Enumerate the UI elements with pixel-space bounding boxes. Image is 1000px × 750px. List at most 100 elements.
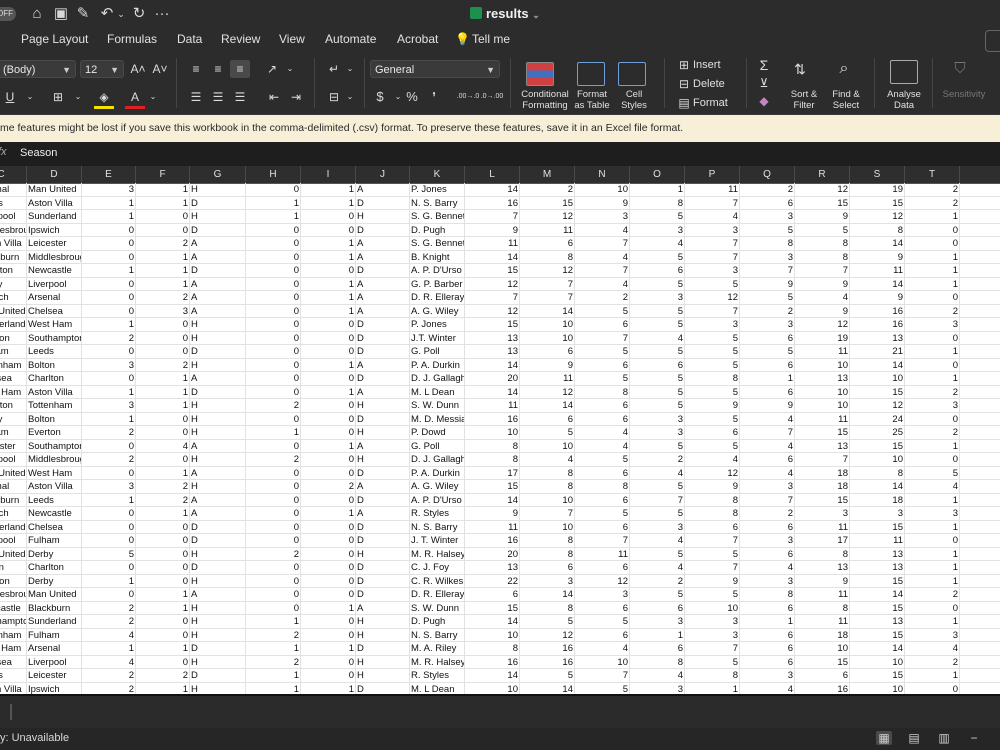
cell-q[interactable]: 2 [740,304,795,318]
cell-m[interactable]: 8 [520,601,575,615]
cell-c[interactable]: Liverpool [0,210,27,224]
cell-s[interactable]: 14 [850,237,905,251]
cell-n[interactable]: 6 [575,358,630,372]
column-header-t[interactable]: T [905,166,960,183]
cell-n[interactable]: 7 [575,237,630,251]
cell-m[interactable]: 14 [520,588,575,602]
cell-e[interactable]: 3 [82,358,136,372]
cell-p[interactable]: 9 [685,480,740,494]
cell-j[interactable]: H [356,453,410,467]
cell-o[interactable]: 4 [630,561,685,575]
cell-s[interactable]: 13 [850,615,905,629]
cell-l[interactable]: 13 [465,561,520,575]
shrink-font-button[interactable]: A˅ [150,60,170,78]
cell-c[interactable]: Arsenal [0,183,27,197]
cell-d[interactable]: Ipswich [27,682,82,694]
cell-o[interactable]: 6 [630,358,685,372]
cell-q[interactable]: 3 [740,318,795,332]
cell-r[interactable]: 7 [795,264,850,278]
cell-f[interactable]: 1 [136,682,190,694]
cell-q[interactable]: 4 [740,682,795,694]
cell-g[interactable]: H [190,453,246,467]
cell-i[interactable]: 0 [301,655,356,669]
cell-q[interactable]: 9 [740,399,795,413]
cell-d[interactable]: Arsenal [27,291,82,305]
cell-d[interactable]: Arsenal [27,642,82,656]
cell-k[interactable]: S. G. Bennett [410,237,465,251]
cell-g[interactable]: A [190,277,246,291]
cell-t[interactable]: 0 [905,412,960,426]
cell-i[interactable]: 0 [301,426,356,440]
cell-q[interactable]: 6 [740,358,795,372]
cell-o[interactable]: 3 [630,426,685,440]
cell-k[interactable]: S. W. Dunn [410,399,465,413]
cell-d[interactable]: Southampton [27,331,82,345]
cell-s[interactable]: 15 [850,385,905,399]
cell-k[interactable]: G. Poll [410,345,465,359]
cell-o[interactable]: 5 [630,439,685,453]
cell-h[interactable]: 2 [246,547,301,561]
cell-m[interactable]: 14 [520,682,575,694]
cell-s[interactable]: 16 [850,304,905,318]
cell-f[interactable]: 0 [136,561,190,575]
cell-p[interactable]: 3 [685,628,740,642]
cell-e[interactable]: 1 [82,642,136,656]
cell-e[interactable]: 0 [82,520,136,534]
cell-d[interactable]: Charlton [27,372,82,386]
cell-n[interactable]: 8 [575,385,630,399]
cell-h[interactable]: 0 [246,331,301,345]
cell-e[interactable]: 0 [82,534,136,548]
cell-s[interactable]: 15 [850,196,905,210]
cell-c[interactable]: Ipswich [0,291,27,305]
cell-e[interactable]: 4 [82,655,136,669]
cell-f[interactable]: 0 [136,331,190,345]
cell-c[interactable]: Bolton [0,561,27,575]
decrease-indent-button[interactable]: ⇤ [264,88,284,106]
cell-g[interactable]: H [190,183,246,197]
cell-k[interactable]: D. R. Elleray [410,291,465,305]
cell-q[interactable]: 3 [740,669,795,683]
cell-s[interactable]: 15 [850,439,905,453]
cell-g[interactable]: H [190,682,246,694]
cell-c[interactable]: Derby [0,277,27,291]
cell-o[interactable]: 6 [630,601,685,615]
column-header-h[interactable]: H [246,166,301,183]
cell-i[interactable]: 0 [301,628,356,642]
cell-o[interactable]: 5 [630,547,685,561]
cell-l[interactable]: 14 [465,250,520,264]
cell-h[interactable]: 1 [246,196,301,210]
cell-q[interactable]: 4 [740,412,795,426]
cell-m[interactable]: 4 [520,453,575,467]
cell-h[interactable]: 2 [246,399,301,413]
home-icon[interactable]: ⌂ [28,5,46,23]
cell-n[interactable]: 6 [575,520,630,534]
cell-k[interactable]: M. A. Riley [410,642,465,656]
cell-q[interactable]: 8 [740,237,795,251]
cell-o[interactable]: 4 [630,534,685,548]
cell-k[interactable]: P. A. Durkin [410,358,465,372]
cell-p[interactable]: 5 [685,331,740,345]
cell-g[interactable]: H [190,331,246,345]
cell-q[interactable]: 7 [740,426,795,440]
cell-m[interactable]: 8 [520,480,575,494]
cell-c[interactable]: Man United [0,304,27,318]
cell-f[interactable]: 0 [136,223,190,237]
cell-i[interactable]: 0 [301,669,356,683]
undo-dropdown-icon[interactable]: ⌄ [112,5,130,23]
cell-f[interactable]: 0 [136,318,190,332]
cell-i[interactable]: 0 [301,210,356,224]
cell-q[interactable]: 5 [740,291,795,305]
cell-e[interactable]: 2 [82,331,136,345]
cell-q[interactable]: 7 [740,493,795,507]
cell-d[interactable]: Sunderland [27,615,82,629]
cell-m[interactable]: 3 [520,574,575,588]
cell-r[interactable]: 10 [795,385,850,399]
cell-r[interactable]: 18 [795,480,850,494]
conditional-formatting-icon[interactable] [526,62,554,86]
cell-m[interactable]: 10 [520,318,575,332]
cell-n[interactable]: 4 [575,642,630,656]
cell-i[interactable]: 0 [301,466,356,480]
cell-r[interactable]: 11 [795,588,850,602]
cell-o[interactable]: 5 [630,277,685,291]
cell-g[interactable]: D [190,385,246,399]
